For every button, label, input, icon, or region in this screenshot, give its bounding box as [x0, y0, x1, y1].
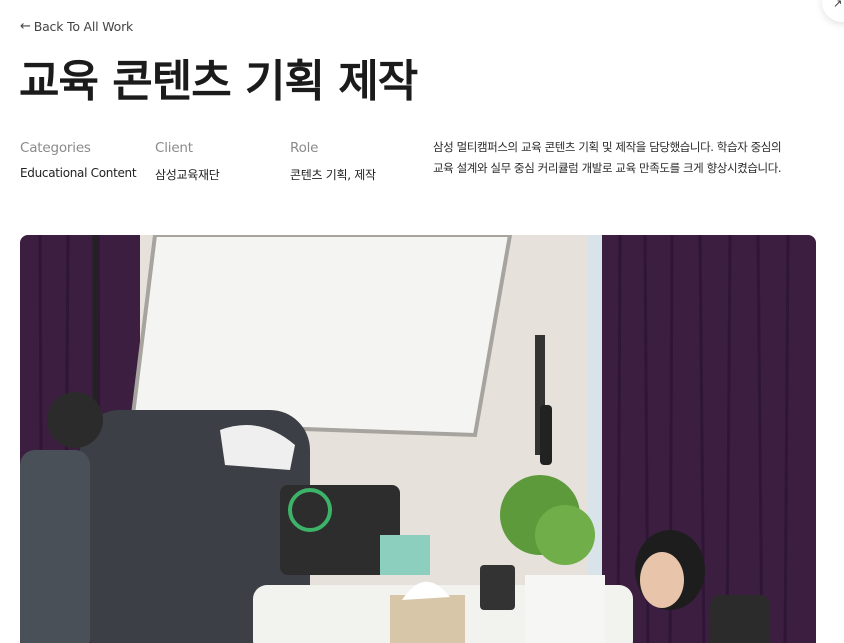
film-set-illustration	[20, 235, 816, 643]
meta-value: 콘텐츠 기획, 제작	[290, 168, 376, 182]
corner-action-button[interactable]: ↗	[822, 0, 844, 22]
arrow-up-right-icon: ↗	[833, 0, 843, 10]
project-meta: Categories Educational Content Client 삼성…	[20, 140, 425, 183]
back-to-all-work-link[interactable]: ← Back To All Work	[20, 19, 133, 34]
meta-label: Client	[155, 140, 193, 156]
page-title: 교육 콘텐츠 기획 제작	[19, 56, 418, 107]
hero-photo	[20, 235, 816, 643]
project-description: 삼성 멀티캠퍼스의 교육 콘텐츠 기획 및 제작을 담당했습니다. 학습자 중심…	[433, 137, 823, 179]
meta-role: Role 콘텐츠 기획, 제작	[290, 140, 425, 183]
meta-value: Educational Content	[20, 166, 137, 180]
description-line: 삼성 멀티캠퍼스의 교육 콘텐츠 기획 및 제작을 담당했습니다. 학습자 중심…	[433, 140, 782, 154]
description-line: 교육 설계와 실무 중심 커리큘럼 개발로 교육 만족도를 크게 향상시켰습니다…	[433, 161, 782, 175]
meta-value: 삼성교육재단	[155, 168, 220, 182]
meta-categories: Categories Educational Content	[20, 140, 155, 183]
meta-label: Role	[290, 140, 319, 156]
meta-client: Client 삼성교육재단	[155, 140, 290, 183]
arrow-left-icon: ←	[20, 19, 31, 34]
back-link-label: Back To All Work	[33, 19, 134, 34]
meta-label: Categories	[20, 140, 91, 156]
